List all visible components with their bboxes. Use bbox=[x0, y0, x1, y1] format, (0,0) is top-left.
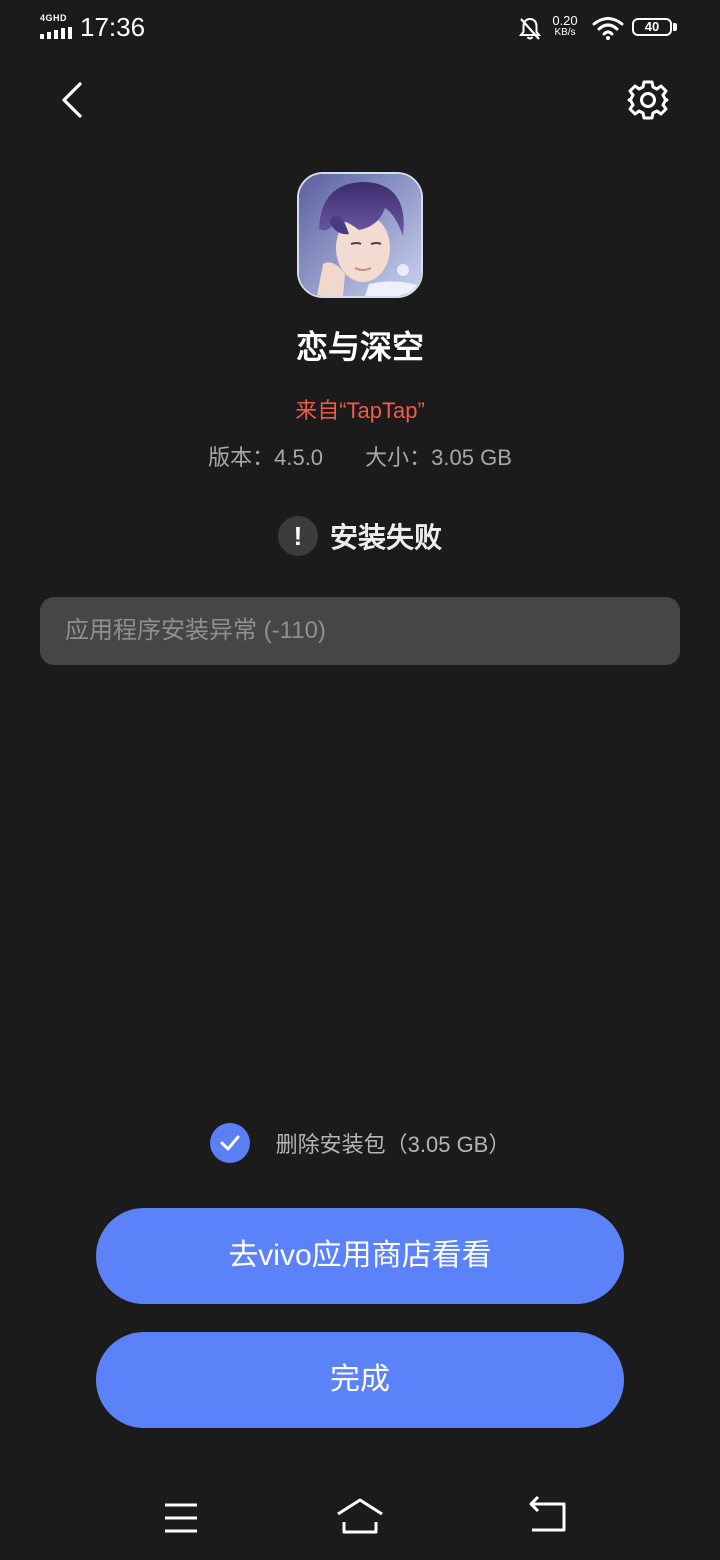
menu-icon bbox=[165, 1503, 197, 1533]
checkbox-checked-icon[interactable] bbox=[209, 1123, 250, 1163]
open-app-store-button[interactable]: 去vivo应用商店看看 bbox=[96, 1208, 624, 1304]
gear-icon bbox=[627, 80, 669, 120]
app-icon bbox=[297, 172, 423, 298]
install-status-text: 安装失败 bbox=[329, 522, 442, 553]
app-meta: 版本：4.5.0 大小：3.05 GB bbox=[0, 440, 720, 472]
nav-back-button[interactable] bbox=[518, 1492, 578, 1544]
home-icon bbox=[337, 1498, 383, 1534]
chevron-left-icon bbox=[62, 82, 82, 118]
cellular-signal-icon: 4GHD bbox=[40, 13, 72, 39]
settings-button[interactable] bbox=[616, 70, 680, 130]
delete-package-label: 删除安装包（3.05 GB） bbox=[275, 1132, 511, 1157]
error-message-box: 应用程序安装异常 (-110) bbox=[40, 597, 680, 665]
done-button[interactable]: 完成 bbox=[96, 1332, 624, 1428]
install-status: ! 安装失败 bbox=[0, 514, 720, 558]
battery-level: 40 bbox=[644, 19, 660, 34]
network-speed-unit: KB/s bbox=[554, 27, 576, 38]
clock: 17:36 bbox=[80, 12, 146, 42]
app-size: 大小：3.05 GB bbox=[365, 445, 512, 470]
battery-icon: 40 bbox=[632, 18, 678, 40]
back-button[interactable] bbox=[44, 70, 104, 130]
mute-bell-icon bbox=[518, 17, 542, 40]
status-bar: 4GHD 17:36 0.20 KB/s 40 bbox=[0, 0, 720, 58]
nav-home-button[interactable] bbox=[330, 1492, 390, 1544]
network-speed: 0.20 KB/s bbox=[548, 13, 582, 39]
exclamation-icon: ! bbox=[277, 516, 318, 556]
return-icon bbox=[529, 1495, 566, 1532]
delete-package-toggle[interactable]: 删除安装包（3.05 GB） bbox=[0, 1122, 720, 1164]
app-source: 来自“TapTap” bbox=[295, 398, 425, 423]
nav-menu-button[interactable] bbox=[151, 1492, 211, 1544]
network-speed-value: 0.20 bbox=[552, 13, 578, 28]
network-type-label: 4GHD bbox=[40, 13, 68, 23]
wifi-icon bbox=[592, 17, 624, 40]
app-name: 恋与深空 bbox=[295, 329, 424, 365]
app-version: 版本：4.5.0 bbox=[208, 445, 324, 470]
